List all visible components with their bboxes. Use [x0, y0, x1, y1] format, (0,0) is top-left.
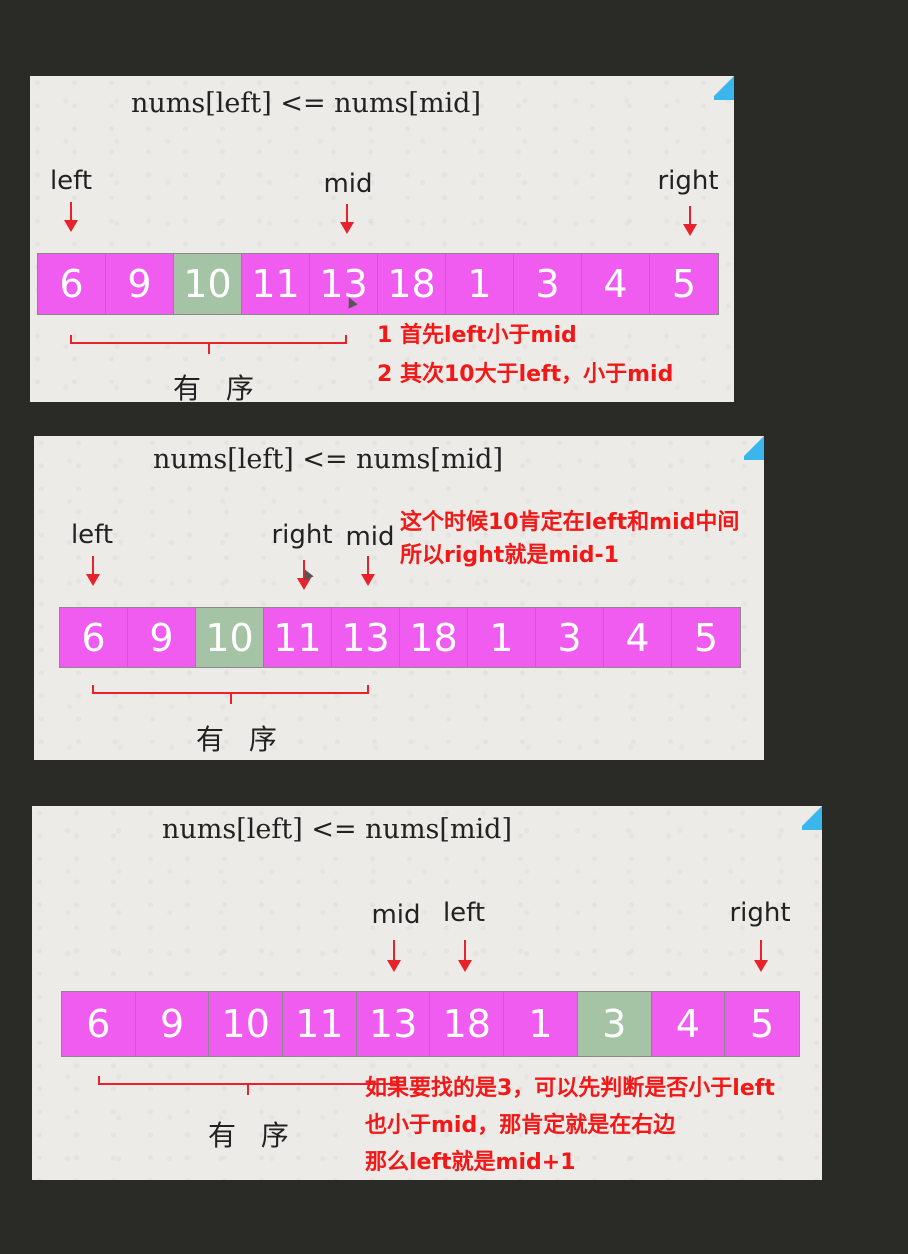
array-cell: 13: [310, 254, 378, 314]
array-cell: 1: [446, 254, 514, 314]
diagram-panel-3: nums[left] <= nums[mid] mid left right 6…: [32, 806, 822, 1180]
array-cell: 9: [128, 608, 196, 667]
array-cell: 1: [504, 992, 578, 1056]
pointer-mid-arrow: [387, 940, 401, 972]
ordered-label: 有 序: [196, 723, 285, 756]
ordered-bracket: [92, 685, 369, 704]
array-cell: 4: [582, 254, 650, 314]
array-cell: 11: [264, 608, 332, 667]
pointer-left-arrow: [64, 202, 78, 232]
array-cell: 6: [62, 992, 136, 1056]
corner-decoration: [744, 436, 764, 460]
array-cell: 11: [283, 992, 357, 1056]
corner-decoration: [802, 806, 822, 830]
array-cell: 4: [604, 608, 672, 667]
ordered-bracket: [98, 1076, 398, 1095]
pointer-left-arrow: [86, 556, 100, 586]
corner-decoration: [714, 76, 734, 100]
number-array: 6 9 10 11 13 18 1 3 4 5: [37, 253, 719, 315]
array-cell: 13: [356, 992, 431, 1056]
panel-title: nums[left] <= nums[mid]: [162, 814, 512, 845]
annotation-line-1: 1 首先left小于mid: [377, 323, 577, 348]
pointer-mid-label: mid: [323, 169, 373, 199]
pointer-right-label: right: [729, 898, 791, 928]
array-cell-highlighted: 3: [577, 992, 652, 1056]
ordered-bracket: [70, 335, 347, 354]
array-cell: 18: [430, 992, 505, 1056]
array-cell: 6: [38, 254, 106, 314]
array-cell: 1: [468, 608, 536, 667]
number-array: 6 9 10 11 13 18 1 3 4 5: [61, 991, 800, 1057]
array-cell: 5: [650, 254, 718, 314]
array-cell: 13: [332, 608, 400, 667]
array-cell: 3: [536, 608, 604, 667]
array-cell: 18: [378, 254, 446, 314]
diagram-panel-2: nums[left] <= nums[mid] left right mid 6…: [34, 436, 764, 760]
array-cell: 18: [400, 608, 468, 667]
array-cell: 10: [209, 992, 284, 1056]
pointer-left-label: left: [70, 520, 114, 550]
pointer-mid-arrow: [340, 204, 354, 234]
pointer-right-arrow: [683, 206, 697, 236]
ordered-label: 有 序: [173, 372, 262, 402]
array-cell: 4: [651, 992, 726, 1056]
array-cell-highlighted: 10: [174, 254, 242, 314]
pointer-mid-label: mid: [345, 522, 395, 552]
annotation-line-3: 那么left就是mid+1: [365, 1150, 576, 1175]
number-array: 6 9 10 11 13 18 1 3 4 5: [59, 607, 741, 668]
pointer-left-label: left: [49, 166, 93, 196]
pointer-left-label: left: [442, 898, 486, 928]
pointer-right-label: right: [657, 166, 719, 196]
array-cell: 9: [135, 992, 210, 1056]
array-cell: 11: [242, 254, 310, 314]
array-cell: 6: [60, 608, 128, 667]
diagram-panel-1: nums[left] <= nums[mid] left mid right 6…: [30, 76, 734, 402]
pointer-mid-arrow: [361, 556, 375, 586]
annotation-line-1: 如果要找的是3，可以先判断是否小于left: [365, 1076, 775, 1101]
pointer-left-arrow: [458, 940, 472, 972]
annotation-line-1: 这个时候10肯定在left和mid中间: [400, 510, 740, 535]
array-cell: 9: [106, 254, 174, 314]
array-cell: 3: [514, 254, 582, 314]
pointer-right-arrow: [754, 940, 768, 972]
annotation-line-2: 所以right就是mid-1: [400, 543, 619, 568]
array-cell: 5: [725, 992, 799, 1056]
annotation-line-2: 也小于mid，那肯定就是在右边: [365, 1113, 676, 1138]
annotation-line-2: 2 其次10大于left，小于mid: [377, 362, 674, 387]
panel-title: nums[left] <= nums[mid]: [153, 444, 503, 475]
array-cell: 5: [672, 608, 740, 667]
panel-title: nums[left] <= nums[mid]: [131, 88, 481, 119]
array-cell-highlighted: 10: [196, 608, 264, 667]
ordered-label: 有 序: [208, 1119, 297, 1152]
